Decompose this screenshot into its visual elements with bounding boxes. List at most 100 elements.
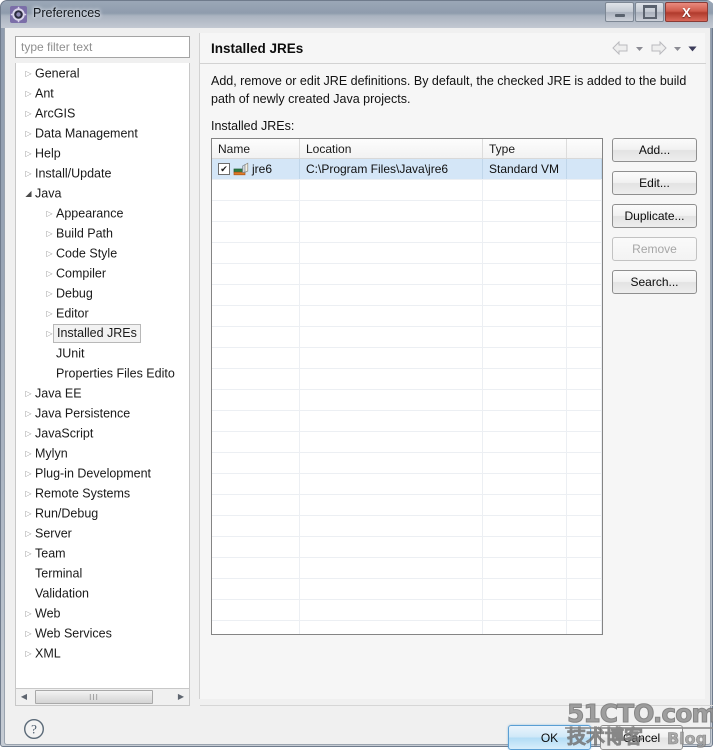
cell-empty: [567, 180, 602, 200]
cell-empty: [567, 579, 602, 599]
chevron-right-icon[interactable]: ▷: [43, 244, 56, 264]
sidebar-item-mylyn[interactable]: ▷ Mylyn: [16, 443, 189, 463]
chevron-right-icon[interactable]: ▷: [22, 524, 35, 544]
chevron-right-icon[interactable]: ▷: [43, 224, 56, 244]
sidebar-item-ant[interactable]: ▷ Ant: [16, 83, 189, 103]
sidebar-item-java-persistence[interactable]: ▷ Java Persistence: [16, 403, 189, 423]
column-header-blank[interactable]: [567, 139, 602, 158]
chevron-down-menu-icon[interactable]: [688, 44, 697, 53]
sidebar-item-terminal[interactable]: ▷Terminal: [16, 563, 189, 583]
title-bar[interactable]: Preferences X: [1, 1, 713, 28]
sidebar-item-properties-files-edito[interactable]: ▷Properties Files Edito: [16, 363, 189, 383]
duplicate-button[interactable]: Duplicate...: [612, 204, 697, 228]
jre-table[interactable]: Name Location Type ✔ jre6 C:\Program Files\J…: [211, 138, 603, 635]
table-empty-row: [212, 495, 602, 516]
chevron-right-icon[interactable]: ▷: [22, 484, 35, 504]
sidebar-item-web[interactable]: ▷ Web: [16, 603, 189, 623]
add-button[interactable]: Add...: [612, 138, 697, 162]
sidebar-item-label: Server: [35, 526, 72, 541]
cell-empty: [567, 516, 602, 536]
scroll-left-icon[interactable]: ◀: [16, 689, 32, 704]
column-header-type[interactable]: Type: [483, 139, 567, 158]
minimize-button[interactable]: [605, 2, 634, 22]
sidebar-item-xml[interactable]: ▷ XML: [16, 643, 189, 663]
chevron-right-icon[interactable]: ▷: [22, 124, 35, 144]
sidebar-item-team[interactable]: ▷ Team: [16, 543, 189, 563]
sidebar-item-data-management[interactable]: ▷ Data Management: [16, 123, 189, 143]
maximize-button[interactable]: [635, 2, 664, 22]
cell-empty: [483, 474, 567, 494]
row-checkbox[interactable]: ✔: [218, 163, 230, 175]
chevron-right-icon[interactable]: ▷: [22, 464, 35, 484]
chevron-right-icon[interactable]: ▷: [22, 644, 35, 664]
scroll-right-icon[interactable]: ▶: [173, 689, 189, 704]
help-question-icon[interactable]: ?: [23, 718, 45, 740]
chevron-right-icon[interactable]: ▷: [22, 544, 35, 564]
sidebar-item-appearance[interactable]: ▷ Appearance: [16, 203, 189, 223]
chevron-down-icon[interactable]: ◢: [22, 184, 35, 204]
column-header-name[interactable]: Name: [212, 139, 300, 158]
sidebar-item-compiler[interactable]: ▷ Compiler: [16, 263, 189, 283]
cell-type: Standard VM: [483, 159, 567, 179]
chevron-right-icon[interactable]: ▷: [22, 424, 35, 444]
sidebar-item-label: XML: [35, 646, 61, 661]
chevron-right-icon[interactable]: ▷: [22, 104, 35, 124]
chevron-right-icon[interactable]: ▷: [22, 404, 35, 424]
sidebar-item-remote-systems[interactable]: ▷ Remote Systems: [16, 483, 189, 503]
chevron-down-icon[interactable]: [635, 44, 644, 53]
chevron-right-icon[interactable]: ▷: [22, 84, 35, 104]
filter-input[interactable]: type filter text: [15, 36, 190, 58]
ok-button[interactable]: OK: [508, 725, 591, 750]
cancel-button[interactable]: Cancel: [600, 725, 683, 750]
chevron-right-icon[interactable]: ▷: [43, 204, 56, 224]
chevron-right-icon[interactable]: ▷: [22, 604, 35, 624]
close-button[interactable]: X: [665, 2, 708, 22]
chevron-right-icon[interactable]: ▷: [22, 384, 35, 404]
table-empty-row: [212, 390, 602, 411]
column-header-location[interactable]: Location: [300, 139, 483, 158]
sidebar-item-build-path[interactable]: ▷ Build Path: [16, 223, 189, 243]
chevron-right-icon[interactable]: ▷: [43, 304, 56, 324]
preference-tree[interactable]: ▷ General ▷ Ant ▷ ArcGIS ▷ Data Management ▷ Help…: [15, 63, 190, 689]
tree-horizontal-scrollbar[interactable]: ◀ III ▶: [15, 689, 190, 706]
sidebar-item-arcgis[interactable]: ▷ ArcGIS: [16, 103, 189, 123]
sidebar-item-javascript[interactable]: ▷ JavaScript: [16, 423, 189, 443]
sidebar-item-server[interactable]: ▷ Server: [16, 523, 189, 543]
arrow-left-icon[interactable]: [612, 41, 629, 55]
sidebar-item-install-update[interactable]: ▷ Install/Update: [16, 163, 189, 183]
sidebar-item-run-debug[interactable]: ▷ Run/Debug: [16, 503, 189, 523]
chevron-right-icon[interactable]: ▷: [43, 284, 56, 304]
sidebar-item-installed-jres[interactable]: ▷ Installed JREs: [16, 323, 189, 344]
chevron-right-icon[interactable]: ▷: [22, 144, 35, 164]
sidebar-item-help[interactable]: ▷ Help: [16, 143, 189, 163]
search-button[interactable]: Search...: [612, 270, 697, 294]
table-row[interactable]: ✔ jre6 C:\Program Files\Java\jre6 Standard …: [212, 159, 602, 180]
edit-button[interactable]: Edit...: [612, 171, 697, 195]
sidebar-item-code-style[interactable]: ▷ Code Style: [16, 243, 189, 263]
chevron-right-icon[interactable]: ▷: [22, 504, 35, 524]
cell-empty: [300, 579, 483, 599]
sidebar-item-java-ee[interactable]: ▷ Java EE: [16, 383, 189, 403]
sidebar-item-validation[interactable]: ▷Validation: [16, 583, 189, 603]
sidebar-item-junit[interactable]: ▷JUnit: [16, 343, 189, 363]
chevron-right-icon[interactable]: ▷: [22, 164, 35, 184]
arrow-right-icon[interactable]: [650, 41, 667, 55]
sidebar-item-java[interactable]: ◢ Java: [16, 183, 189, 203]
sidebar-item-editor[interactable]: ▷ Editor: [16, 303, 189, 323]
close-icon: X: [682, 4, 691, 20]
chevron-down-icon[interactable]: [673, 44, 682, 53]
sidebar-item-web-services[interactable]: ▷ Web Services: [16, 623, 189, 643]
minimize-icon: [606, 3, 633, 21]
sidebar-item-debug[interactable]: ▷ Debug: [16, 283, 189, 303]
cell-empty: [483, 243, 567, 263]
cell-empty: [212, 369, 300, 389]
scrollbar-thumb[interactable]: III: [35, 690, 153, 704]
chevron-right-icon[interactable]: ▷: [43, 264, 56, 284]
table-empty-row: [212, 411, 602, 432]
chevron-right-icon[interactable]: ▷: [22, 444, 35, 464]
sidebar-item-plug-in-development[interactable]: ▷ Plug-in Development: [16, 463, 189, 483]
chevron-right-icon[interactable]: ▷: [22, 64, 35, 84]
sidebar-item-general[interactable]: ▷ General: [16, 63, 189, 83]
table-body[interactable]: ✔ jre6 C:\Program Files\Java\jre6 Standard …: [212, 159, 602, 634]
chevron-right-icon[interactable]: ▷: [22, 624, 35, 644]
